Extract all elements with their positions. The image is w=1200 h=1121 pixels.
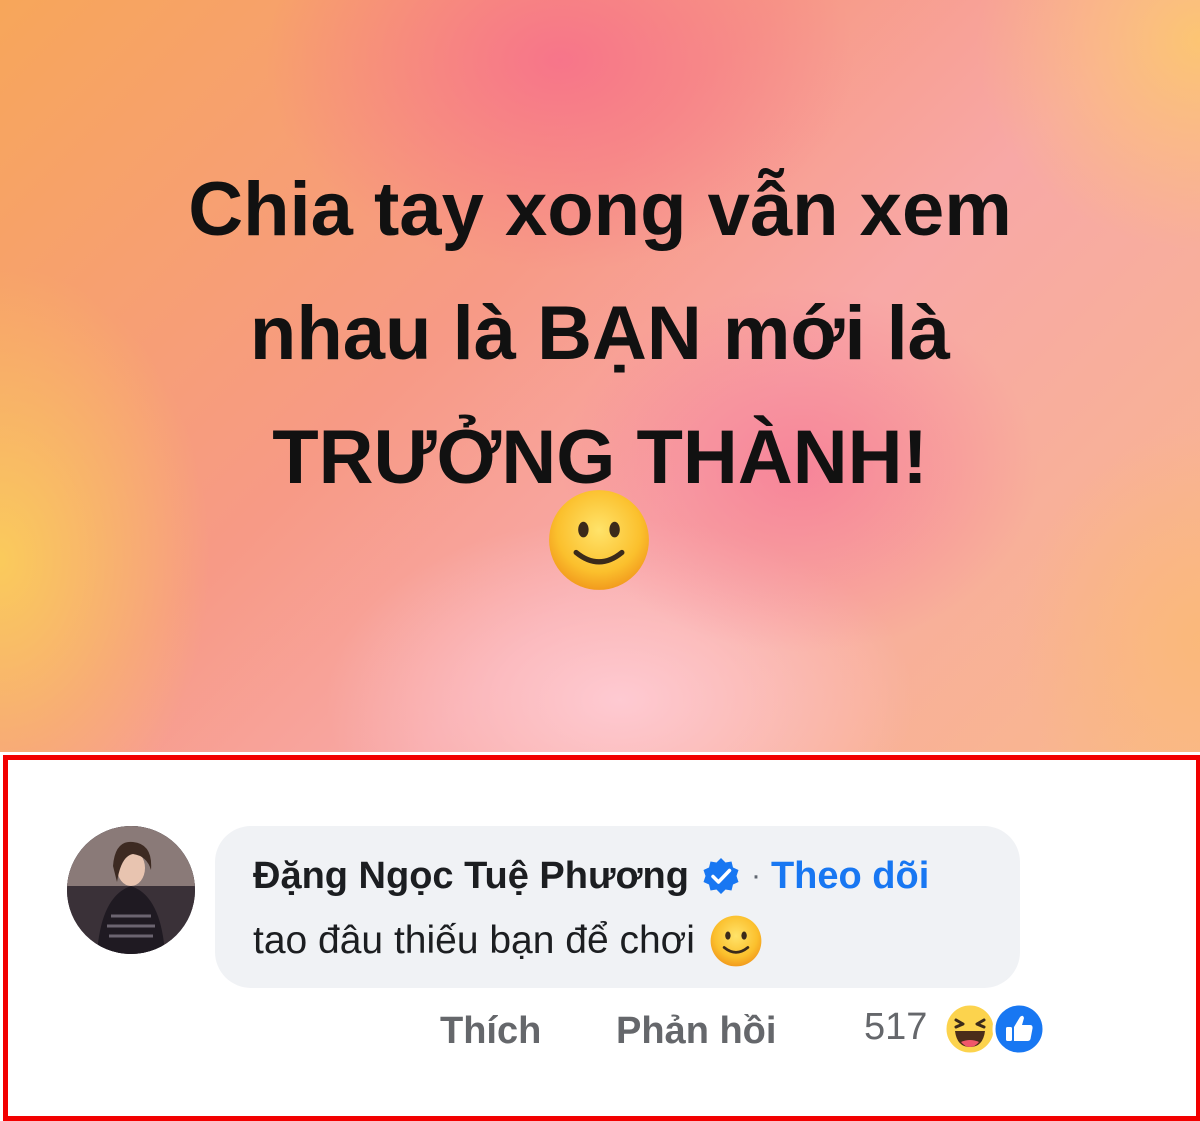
- verified-badge-icon: [703, 858, 739, 894]
- avatar[interactable]: [67, 826, 195, 954]
- author-name[interactable]: Đặng Ngọc Tuệ Phương: [253, 855, 689, 898]
- comment-header: Đặng Ngọc Tuệ Phương · Theo dõi: [253, 850, 929, 902]
- haha-reaction-icon: [943, 1002, 997, 1056]
- comment-body: tao đâu thiếu bạn để chơi: [253, 912, 763, 970]
- post-text: Chia tay xong vẫn xem nhau là BẠN mới là…: [188, 167, 1012, 500]
- comment-text: tao đâu thiếu bạn để chơi: [253, 919, 695, 962]
- like-reaction-icon: [992, 1002, 1046, 1056]
- follow-button[interactable]: Theo dõi: [771, 855, 929, 898]
- slightly-smiling-face-icon: [549, 490, 649, 590]
- reply-button[interactable]: Phản hồi: [616, 1010, 776, 1053]
- slightly-smiling-face-icon: [710, 915, 762, 967]
- separator-dot: ·: [750, 859, 761, 892]
- reaction-count[interactable]: 517: [864, 1006, 927, 1049]
- like-button[interactable]: Thích: [440, 1010, 541, 1053]
